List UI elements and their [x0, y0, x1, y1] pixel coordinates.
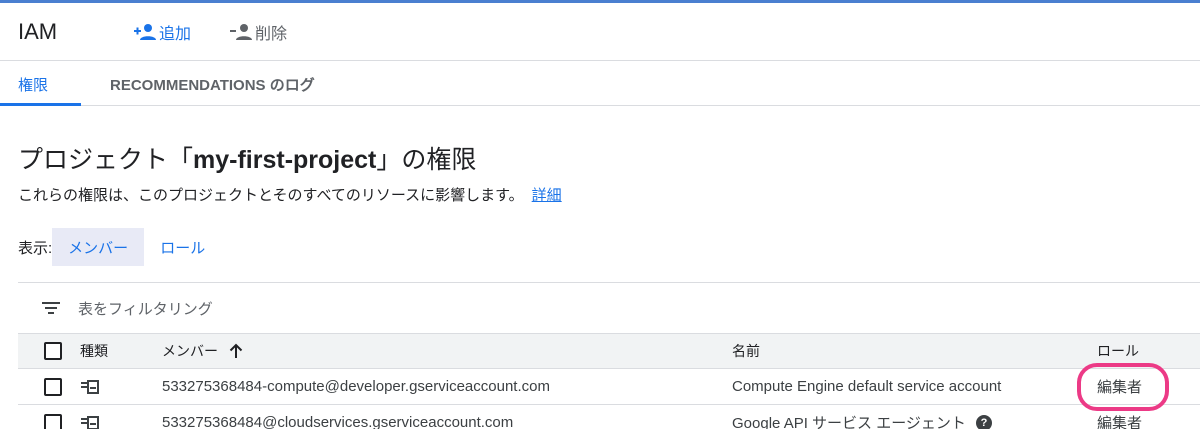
view-by-member-button[interactable]: メンバー	[52, 228, 145, 266]
member-name: Google API サービス エージェント	[732, 415, 966, 429]
type-cell	[80, 369, 100, 404]
column-header-type[interactable]: 種類	[80, 334, 108, 368]
remove-person-icon	[230, 24, 252, 40]
header-checkbox-cell	[44, 334, 62, 368]
column-header-name[interactable]: 名前	[732, 334, 760, 368]
row-checkbox-cell	[44, 369, 62, 404]
view-as-toggle: 表示: メンバー ロール	[18, 228, 221, 266]
table-header: 種類 メンバー 名前 ロール	[18, 333, 1200, 369]
page-description: これらの権限は、このプロジェクトとそのすべてのリソースに影響します。 詳細	[18, 184, 562, 205]
row-checkbox-cell	[44, 405, 62, 429]
member-name: Compute Engine default service account	[732, 378, 1002, 395]
active-tab-indicator	[0, 103, 81, 106]
table-filter[interactable]: 表をフィルタリング	[18, 283, 1200, 333]
delete-button-label: 削除	[255, 26, 288, 43]
role-value[interactable]: 編集者	[1097, 405, 1142, 429]
arrow-up-icon	[229, 343, 243, 358]
tab-permissions[interactable]: 権限	[18, 74, 48, 95]
member-email: 533275368484@cloudservices.gserviceaccou…	[162, 414, 514, 429]
filter-input[interactable]: 表をフィルタリング	[78, 298, 213, 319]
role-cell: 編集者	[1076, 363, 1170, 411]
role-value-highlighted[interactable]: 編集者	[1076, 363, 1170, 411]
members-table: 表をフィルタリング 種類 メンバー 名前 ロール 533275368484-co…	[18, 282, 1200, 429]
column-header-member-label: メンバー	[162, 343, 218, 359]
app-header: IAM 追加 削除	[0, 3, 1200, 61]
add-member-button[interactable]: 追加	[134, 20, 191, 44]
page-title-prefix: プロジェクト「	[18, 146, 194, 174]
table-row[interactable]: 533275368484-compute@developer.gservicea…	[18, 363, 1200, 411]
table-row[interactable]: 533275368484@cloudservices.gserviceaccou…	[18, 405, 1200, 429]
type-cell	[80, 405, 100, 429]
project-id: my-first-project	[193, 146, 377, 174]
page-title: プロジェクト「my-first-project」の権限	[18, 140, 476, 176]
filter-icon	[42, 302, 60, 314]
add-person-icon	[134, 24, 156, 40]
page-title-suffix: 」の権限	[376, 146, 477, 174]
service-account-icon	[81, 415, 99, 429]
service-account-icon	[81, 379, 99, 394]
app-title: IAM	[18, 19, 58, 44]
add-button-label: 追加	[159, 26, 192, 43]
view-as-label: 表示:	[18, 239, 53, 257]
row-checkbox[interactable]	[44, 413, 62, 429]
column-header-member[interactable]: メンバー	[162, 334, 244, 368]
details-link[interactable]: 詳細	[532, 187, 562, 204]
select-all-checkbox[interactable]	[44, 342, 62, 360]
tab-recommendations-log[interactable]: RECOMMENDATIONS のログ	[110, 74, 315, 95]
description-text: これらの権限は、このプロジェクトとそのすべてのリソースに影響します。	[18, 187, 524, 204]
member-email: 533275368484-compute@developer.gservicea…	[162, 378, 550, 395]
member-name-cell: Google API サービス エージェント ?	[732, 405, 992, 429]
tab-bar: 権限 RECOMMENDATIONS のログ	[0, 62, 1200, 106]
row-checkbox[interactable]	[44, 377, 62, 396]
delete-member-button[interactable]: 削除	[230, 20, 287, 44]
view-by-role-button[interactable]: ロール	[144, 228, 221, 266]
help-icon[interactable]: ?	[975, 414, 992, 429]
